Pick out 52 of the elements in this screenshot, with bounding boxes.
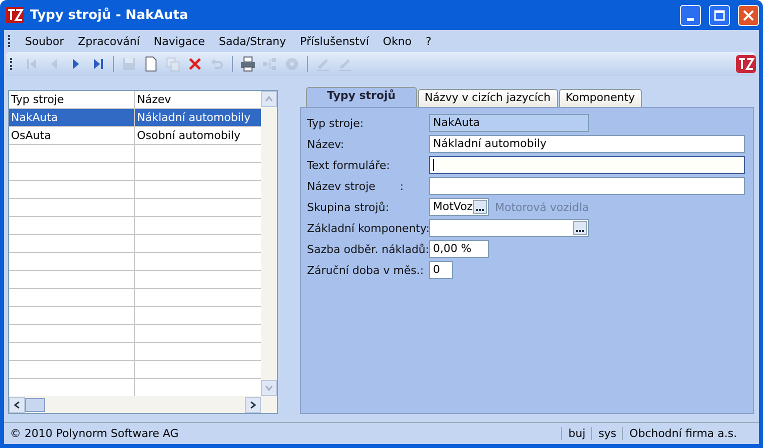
table-cell[interactable]: Nákladní automobily bbox=[135, 109, 261, 126]
table-cell[interactable]: OsAuta bbox=[9, 127, 135, 144]
tab[interactable]: Názvy v cizích jazycích bbox=[418, 89, 558, 107]
menu-item[interactable]: Zpracování bbox=[70, 34, 147, 48]
table-cell[interactable]: NakAuta bbox=[9, 109, 135, 126]
minimize-button[interactable] bbox=[680, 4, 701, 26]
menu-item[interactable]: Okno bbox=[376, 34, 419, 48]
lookup-field[interactable]: MotVoz bbox=[429, 198, 489, 216]
input-field[interactable]: NakAuta bbox=[429, 114, 589, 132]
field-label: Typ stroje: bbox=[307, 116, 365, 130]
column-header[interactable]: Typ stroje bbox=[9, 91, 135, 108]
field-label: Sazba odběr. nákladů: bbox=[307, 242, 429, 256]
field-label: Skupina strojů: bbox=[307, 200, 390, 214]
window-title: Typy strojů - NakAuta bbox=[30, 8, 190, 22]
menu-item[interactable]: Sada/Strany bbox=[212, 34, 294, 48]
table-cell[interactable]: Osobní automobily bbox=[135, 127, 261, 144]
company-status: Obchodní firma a.s. bbox=[622, 427, 759, 440]
field-label: Základní komponenty: bbox=[307, 222, 429, 234]
scroll-left-button[interactable] bbox=[9, 396, 25, 412]
menu-item[interactable]: Příslušenství bbox=[293, 34, 376, 48]
menu-item[interactable]: Soubor bbox=[18, 34, 71, 48]
field-label: Text formuláře: bbox=[307, 158, 391, 172]
minimize-icon bbox=[687, 18, 694, 20]
input-field[interactable]: 0 bbox=[429, 261, 453, 279]
app-logo-icon bbox=[6, 7, 24, 23]
input-field[interactable]: 0,00 % bbox=[429, 240, 489, 258]
close-icon bbox=[743, 10, 754, 20]
field-label: Záruční doba v měs.: bbox=[307, 264, 425, 276]
database-status: sys bbox=[591, 427, 622, 440]
brand-logo-icon bbox=[735, 54, 757, 74]
tab[interactable]: Typy strojů bbox=[306, 87, 417, 107]
close-button[interactable] bbox=[738, 4, 759, 26]
input-field[interactable] bbox=[429, 156, 745, 174]
user-status: buj bbox=[561, 427, 592, 440]
field-description: Motorová vozidla bbox=[495, 200, 589, 214]
menu-item[interactable]: Navigace bbox=[146, 34, 212, 48]
browse-button[interactable] bbox=[473, 200, 487, 214]
browse-button[interactable] bbox=[573, 221, 587, 235]
scroll-thumb[interactable] bbox=[25, 398, 45, 412]
lookup-field[interactable] bbox=[429, 219, 589, 237]
menu-item[interactable]: ? bbox=[418, 34, 438, 48]
field-label: Název: bbox=[307, 138, 346, 150]
input-field[interactable]: Nákladní automobily bbox=[429, 135, 745, 153]
tab[interactable]: Komponenty bbox=[558, 89, 642, 107]
field-label: Název stroje : bbox=[307, 180, 405, 192]
print-icon[interactable] bbox=[238, 54, 258, 74]
copyright-text: © 2010 Polynorm Software AG bbox=[9, 427, 180, 440]
scroll-right-button[interactable] bbox=[245, 396, 261, 412]
maximize-icon bbox=[714, 10, 725, 20]
maximize-button[interactable] bbox=[709, 4, 730, 26]
scroll-up-button[interactable] bbox=[261, 91, 277, 107]
input-field[interactable] bbox=[429, 177, 745, 195]
